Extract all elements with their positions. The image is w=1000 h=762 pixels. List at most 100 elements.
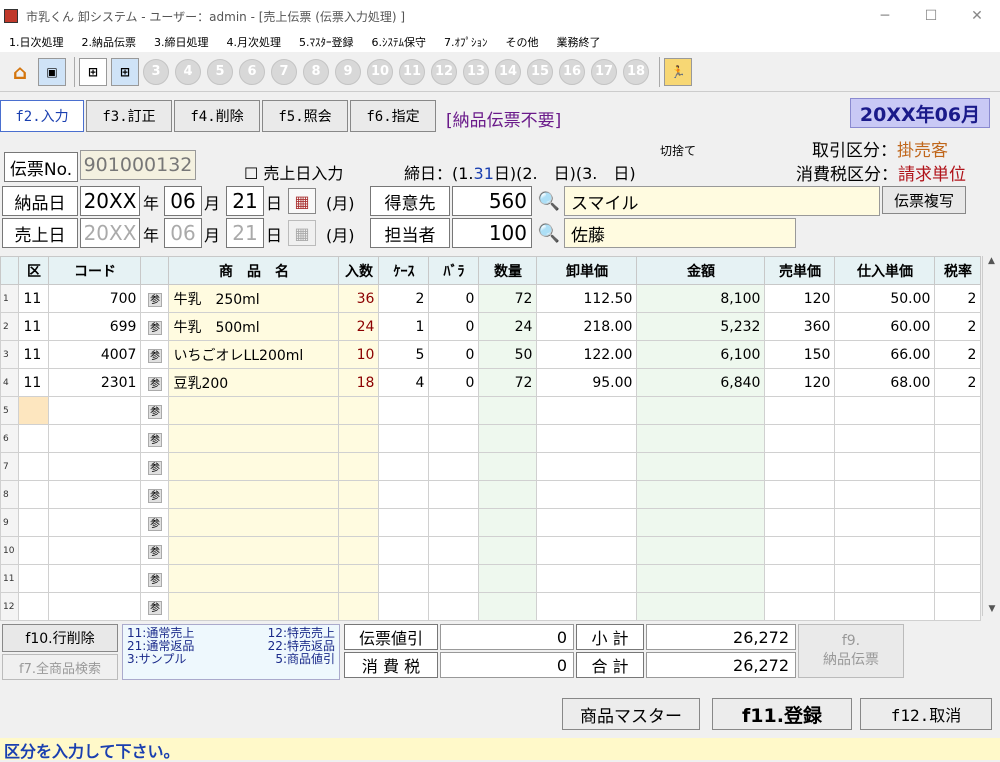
cell-bara[interactable] xyxy=(428,564,480,593)
cell-purchase-price[interactable] xyxy=(834,396,936,425)
product-ref-icon[interactable]: 参 xyxy=(140,312,170,341)
cell-irisu[interactable] xyxy=(338,564,380,593)
cell-tax-rate[interactable]: 2 xyxy=(934,340,982,369)
product-ref-icon[interactable]: 参 xyxy=(140,592,170,621)
product-master-button[interactable]: 商品マスター xyxy=(562,698,700,730)
table-row[interactable]: 6参 xyxy=(0,424,982,453)
cell-product-name[interactable]: 牛乳 500ml xyxy=(168,312,340,341)
cell-ku[interactable] xyxy=(18,424,50,453)
toolbar-button-18[interactable]: 18 xyxy=(623,58,649,85)
cell-quantity[interactable] xyxy=(478,592,538,621)
cell-product-name[interactable] xyxy=(168,592,340,621)
cell-purchase-price[interactable]: 60.00 xyxy=(834,312,936,341)
cell-quantity[interactable] xyxy=(478,508,538,537)
cell-amount[interactable]: 6,840 xyxy=(636,368,766,397)
cell-retail-price[interactable] xyxy=(764,396,836,425)
cell-irisu[interactable] xyxy=(338,480,380,509)
cell-quantity[interactable] xyxy=(478,424,538,453)
customer-code-field[interactable]: 560 xyxy=(452,186,532,216)
cell-irisu[interactable] xyxy=(338,508,380,537)
cell-irisu[interactable] xyxy=(338,452,380,481)
cell-product-name[interactable] xyxy=(168,424,340,453)
cell-wholesale-price[interactable]: 112.50 xyxy=(536,284,638,313)
cell-bara[interactable]: 0 xyxy=(428,368,480,397)
toolbar-button-15[interactable]: 15 xyxy=(527,58,553,85)
cell-bara[interactable] xyxy=(428,396,480,425)
cell-irisu[interactable]: 36 xyxy=(338,284,380,313)
cell-quantity[interactable] xyxy=(478,452,538,481)
table-row[interactable]: 9参 xyxy=(0,508,982,537)
cell-amount[interactable]: 8,100 xyxy=(636,284,766,313)
sales-date-checkbox[interactable]: ☐ 売上日入力 xyxy=(244,160,343,184)
table-row[interactable]: 2 11 699 参牛乳 500ml 24 1 0 24 218.00 5,232 360 60.00… xyxy=(0,312,982,341)
menu-closing[interactable]: 3.締日処理 xyxy=(145,32,218,52)
delivery-year-field[interactable]: 20XX xyxy=(80,186,140,216)
cell-wholesale-price[interactable]: 122.00 xyxy=(536,340,638,369)
cell-case[interactable] xyxy=(378,564,430,593)
cell-product-name[interactable]: いちごオレLL200ml xyxy=(168,340,340,369)
cell-irisu[interactable] xyxy=(338,424,380,453)
cell-retail-price[interactable] xyxy=(764,508,836,537)
f9-delivery-slip-button[interactable]: f9. 納品伝票 xyxy=(798,624,904,678)
row-delete-button[interactable]: f10.行削除 xyxy=(2,624,118,652)
cell-quantity[interactable] xyxy=(478,396,538,425)
cell-code[interactable]: 699 xyxy=(48,312,142,341)
cancel-button[interactable]: f12.取消 xyxy=(860,698,992,730)
cell-irisu[interactable] xyxy=(338,592,380,621)
f5-inquiry-button[interactable]: f5.照会 xyxy=(262,100,348,132)
copy-slip-button[interactable]: 伝票複写 xyxy=(882,186,966,214)
toolbar-button-12[interactable]: 12 xyxy=(431,58,457,85)
menu-daily[interactable]: 1.日次処理 xyxy=(0,32,73,52)
scroll-up-icon[interactable]: ▲ xyxy=(983,256,1000,272)
cell-bara[interactable]: 0 xyxy=(428,340,480,369)
table-row[interactable]: 5参 xyxy=(0,396,982,425)
maximize-button[interactable]: ☐ xyxy=(908,8,954,24)
product-ref-icon[interactable]: 参 xyxy=(147,572,162,587)
cell-ku[interactable]: 11 xyxy=(18,340,50,369)
cell-code[interactable] xyxy=(48,452,142,481)
cell-irisu[interactable]: 10 xyxy=(338,340,380,369)
cell-code[interactable]: 700 xyxy=(48,284,142,313)
menu-master[interactable]: 5.ﾏｽﾀｰ登録 xyxy=(290,32,363,52)
table-row[interactable]: 1 11 700 参牛乳 250ml 36 2 0 72 112.50 8,100 120 50.00… xyxy=(0,284,982,313)
cell-product-name[interactable] xyxy=(168,508,340,537)
product-ref-icon[interactable]: 参 xyxy=(140,508,170,537)
table-row[interactable]: 8参 xyxy=(0,480,982,509)
toolbar-button-14[interactable]: 14 xyxy=(495,58,521,85)
toolbar-button-4[interactable]: 4 xyxy=(175,58,201,85)
staff-name-field[interactable]: 佐藤 xyxy=(564,218,796,248)
product-ref-icon[interactable]: 参 xyxy=(147,600,162,615)
cell-wholesale-price[interactable] xyxy=(536,452,638,481)
cell-purchase-price[interactable]: 68.00 xyxy=(834,368,936,397)
cell-case[interactable] xyxy=(378,452,430,481)
cell-wholesale-price[interactable] xyxy=(536,424,638,453)
toolbar-button-3[interactable]: 3 xyxy=(143,58,169,85)
discount-value[interactable]: 0 xyxy=(440,624,574,650)
cell-amount[interactable]: 5,232 xyxy=(636,312,766,341)
product-ref-icon[interactable]: 参 xyxy=(140,424,170,453)
cell-retail-price[interactable] xyxy=(764,424,836,453)
cell-retail-price[interactable] xyxy=(764,536,836,565)
product-ref-icon[interactable]: 参 xyxy=(140,396,170,425)
cell-amount[interactable] xyxy=(636,480,766,509)
product-ref-icon[interactable]: 参 xyxy=(140,536,170,565)
cell-amount[interactable] xyxy=(636,592,766,621)
cell-tax-rate[interactable] xyxy=(934,508,982,537)
cell-product-name[interactable] xyxy=(168,396,340,425)
scroll-down-icon[interactable]: ▼ xyxy=(983,604,1000,614)
cell-retail-price[interactable]: 360 xyxy=(764,312,836,341)
sales-year-field[interactable]: 20XX xyxy=(80,218,140,248)
cell-wholesale-price[interactable]: 218.00 xyxy=(536,312,638,341)
cell-purchase-price[interactable] xyxy=(834,564,936,593)
cell-ku[interactable] xyxy=(18,480,50,509)
tree-alt-icon[interactable]: ⊞ xyxy=(111,57,139,86)
cell-purchase-price[interactable] xyxy=(834,480,936,509)
product-ref-icon[interactable]: 参 xyxy=(147,544,162,559)
cell-quantity[interactable]: 72 xyxy=(478,368,538,397)
toolbar-button-16[interactable]: 16 xyxy=(559,58,585,85)
menu-options[interactable]: 7.ｵﾌﾟｼｮﾝ xyxy=(435,32,497,52)
table-row[interactable]: 11 参 xyxy=(0,564,982,593)
product-ref-icon[interactable]: 参 xyxy=(147,404,162,419)
cell-purchase-price[interactable]: 66.00 xyxy=(834,340,936,369)
toolbar-button-5[interactable]: 5 xyxy=(207,58,233,85)
